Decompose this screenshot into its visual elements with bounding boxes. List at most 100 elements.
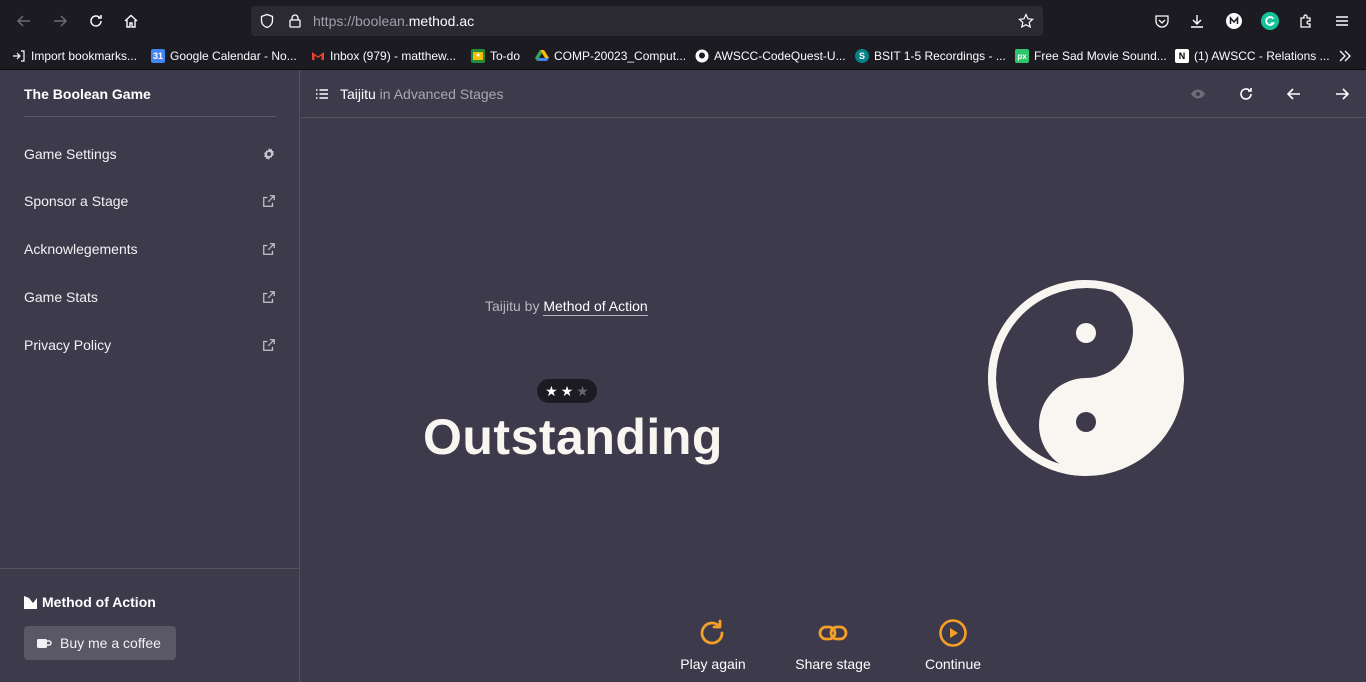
buy-coffee-label: Buy me a coffee	[60, 635, 161, 651]
bookmark-label: Inbox (979) - matthew...	[330, 49, 457, 63]
reload-button[interactable]	[84, 9, 108, 33]
sidebar-item-label: Acknowlegements	[24, 241, 138, 257]
gmail-icon	[311, 49, 325, 63]
brand-link[interactable]: Method of Action	[24, 594, 156, 610]
sidebar-item-label: Sponsor a Stage	[24, 193, 129, 209]
grammarly-button[interactable]	[1260, 11, 1280, 31]
eye-icon	[1191, 89, 1205, 99]
bookmark-item[interactable]: Import bookmarks...	[12, 47, 137, 65]
continue-button[interactable]: Continue	[893, 618, 1013, 672]
hamburger-icon	[1336, 16, 1348, 26]
play-again-button[interactable]: Play again	[653, 618, 773, 672]
author-link[interactable]: Method of Action	[543, 298, 648, 316]
address-bar[interactable]: https://boolean.method.ac	[251, 6, 1043, 36]
sidebar-item-privacy-policy[interactable]: Privacy Policy	[24, 333, 276, 357]
bookmark-item[interactable]: px Free Sad Movie Sound...	[1015, 47, 1167, 65]
url-text[interactable]: https://boolean.method.ac	[313, 13, 474, 29]
external-link-icon	[263, 291, 275, 303]
sidebar-item-game-settings[interactable]: Game Settings	[24, 142, 276, 166]
star-icon: ★	[576, 382, 589, 399]
preview-button[interactable]	[1187, 83, 1209, 105]
continue-label: Continue	[924, 656, 982, 672]
divider	[0, 568, 300, 569]
bookmark-item[interactable]: N (1) AWSCC - Relations ...	[1175, 47, 1330, 65]
stage-credit: Taijitu by Method of Action	[485, 298, 648, 316]
bookmarks-bar: Import bookmarks... 31 Google Calendar -…	[0, 42, 1366, 70]
taijitu-shape	[988, 280, 1184, 476]
notion-icon: N	[1175, 49, 1189, 63]
bookmark-label: Google Calendar - No...	[170, 49, 297, 63]
back-button[interactable]	[12, 9, 36, 33]
reload-icon	[90, 15, 102, 27]
chevron-double-right-icon	[1339, 50, 1351, 62]
bookmark-item[interactable]: AWSCC-CodeQuest-U...	[695, 47, 846, 65]
method-logo-icon	[24, 595, 37, 609]
link-icon	[818, 625, 848, 641]
previous-stage-button[interactable]	[1283, 83, 1305, 105]
sidebar-item-label: Privacy Policy	[24, 337, 112, 353]
account-m-icon	[1226, 13, 1242, 29]
menu-button[interactable]	[1332, 11, 1352, 31]
downloads-button[interactable]	[1187, 11, 1207, 31]
external-link-icon	[263, 339, 275, 351]
sharepoint-icon: S	[855, 49, 869, 63]
stage-header: Taijitu in Advanced Stages	[301, 70, 1366, 118]
forward-button[interactable]	[48, 9, 72, 33]
divider	[24, 116, 276, 117]
play-again-label: Play again	[680, 656, 746, 672]
puzzle-icon	[1300, 14, 1311, 28]
bookmark-label: COMP-20023_Comput...	[554, 49, 687, 63]
star-icon: ★	[560, 382, 574, 399]
stage-category: in Advanced Stages	[375, 86, 504, 102]
drive-icon	[535, 49, 549, 63]
bookmark-item[interactable]: 31 Google Calendar - No...	[151, 47, 297, 65]
account-button[interactable]	[1224, 11, 1244, 31]
bookmark-item[interactable]: Inbox (979) - matthew...	[311, 47, 456, 65]
coffee-cup-icon	[37, 639, 52, 648]
share-stage-button[interactable]: Share stage	[773, 618, 893, 672]
bookmark-item[interactable]: COMP-20023_Comput...	[535, 47, 686, 65]
bookmark-label: To-do	[490, 49, 521, 63]
reload-icon	[1240, 88, 1252, 100]
sidebar-item-acknowledgements[interactable]: Acknowlegements	[24, 237, 276, 261]
app-title[interactable]: The Boolean Game	[24, 86, 151, 102]
sidebar-item-label: Game Settings	[24, 146, 117, 162]
sidebar-item-sponsor[interactable]: Sponsor a Stage	[24, 189, 276, 213]
bookmark-label: Import bookmarks...	[31, 49, 138, 63]
credit-prefix: Taijitu by	[485, 298, 544, 314]
grammarly-icon	[1261, 12, 1279, 30]
import-icon	[12, 49, 26, 63]
replay-icon	[700, 619, 724, 645]
gear-icon	[264, 147, 274, 161]
shield-icon[interactable]	[259, 13, 275, 29]
bookmarks-overflow-button[interactable]	[1338, 47, 1352, 65]
calendar-icon: 31	[151, 49, 165, 63]
list-icon[interactable]	[315, 87, 329, 101]
next-stage-button[interactable]	[1331, 83, 1353, 105]
arrow-right-icon	[1336, 88, 1350, 100]
bookmark-star-icon[interactable]	[1018, 13, 1034, 29]
sidebar-item-game-stats[interactable]: Game Stats	[24, 285, 276, 309]
home-button[interactable]	[119, 9, 143, 33]
buy-coffee-button[interactable]: Buy me a coffee	[24, 626, 176, 660]
extensions-button[interactable]	[1296, 11, 1316, 31]
restart-button[interactable]	[1235, 83, 1257, 105]
arrow-right-icon	[54, 15, 68, 27]
bookmark-item[interactable]: To-do	[471, 47, 520, 65]
download-icon	[1191, 15, 1203, 28]
arrow-left-icon	[1286, 88, 1300, 100]
breadcrumb[interactable]: Taijitu in Advanced Stages	[340, 86, 503, 102]
brand-label: Method of Action	[42, 594, 156, 610]
sidebar-item-label: Game Stats	[24, 289, 98, 305]
bookmark-label: AWSCC-CodeQuest-U...	[714, 49, 846, 63]
bookmark-label: Free Sad Movie Sound...	[1034, 49, 1167, 63]
external-link-icon	[263, 243, 275, 255]
lock-icon[interactable]	[287, 13, 303, 29]
github-icon	[695, 49, 709, 63]
sidebar: The Boolean Game Game Settings Sponsor a…	[0, 70, 300, 682]
main-panel: Taijitu in Advanced Stages Taijitu by Me…	[301, 70, 1366, 682]
pocket-button[interactable]	[1152, 11, 1172, 31]
external-link-icon	[263, 195, 275, 207]
play-circle-icon	[939, 619, 967, 647]
bookmark-item[interactable]: S BSIT 1-5 Recordings - ...	[855, 47, 1006, 65]
